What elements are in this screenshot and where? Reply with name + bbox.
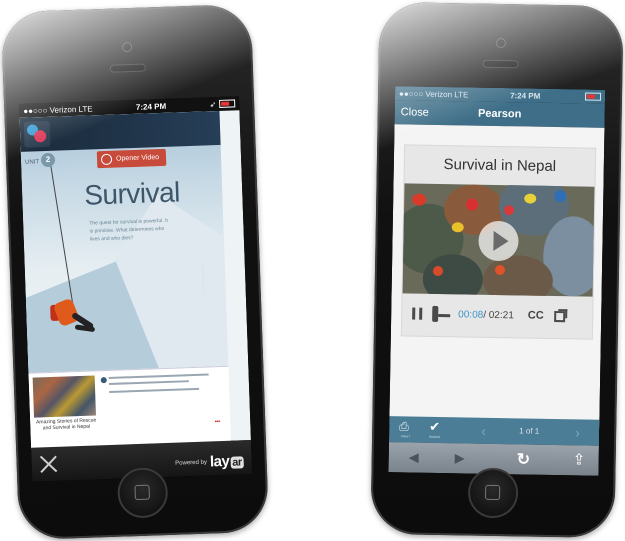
front-camera: [121, 41, 133, 53]
powered-by-layar: Powered by lay ar: [175, 452, 244, 471]
video-title: Survival in Nepal: [443, 156, 557, 176]
video-frame[interactable]: [402, 183, 595, 297]
battery-icon: [582, 92, 602, 102]
globe-icon: [100, 153, 113, 166]
forward-arrow-icon[interactable]: ▶: [455, 450, 465, 466]
publisher-logo: ■■■: [214, 419, 221, 424]
nav-title: Pearson: [477, 107, 522, 121]
pause-icon[interactable]: [412, 307, 423, 320]
thumbnail-caption: Amazing Stories of Rescue and Survival i…: [35, 417, 97, 432]
reload-icon[interactable]: ↻: [517, 449, 531, 469]
print-label: PRINT: [401, 434, 411, 439]
intro-quote: The quest for survival is powerful. It i…: [89, 217, 168, 243]
layar-brand: lay: [209, 452, 230, 471]
opener-video-label: Opener Video: [115, 154, 160, 163]
current-time: 00:08: [458, 308, 484, 321]
closed-captions-button[interactable]: CC: [528, 310, 544, 322]
rescue-thumbnail[interactable]: [32, 375, 96, 418]
earpiece-speaker: [482, 59, 519, 69]
earpiece-speaker: [109, 63, 147, 73]
right-screen: ●●○○○ Verizon LTE 7:24 PM Close Pearson …: [388, 86, 606, 476]
right-phone: ●●○○○ Verizon LTE 7:24 PM Close Pearson …: [370, 1, 624, 539]
home-button[interactable]: [467, 467, 519, 519]
external-link-icon[interactable]: [553, 310, 565, 322]
next-page-icon[interactable]: ›: [575, 424, 580, 440]
submit-check-icon[interactable]: ✔: [429, 419, 440, 435]
left-screen: ●●○○○ Verizon LTE 7:24 PM ➶ · · · · · · …: [19, 96, 253, 482]
nav-bar: Close Pearson: [394, 100, 605, 128]
left-phone: ●●○○○ Verizon LTE 7:24 PM ➶ · · · · · · …: [0, 3, 270, 541]
content-area: Survival in Nepal 00:08 / 02:21 CC: [389, 124, 605, 428]
close-icon[interactable]: [39, 455, 58, 474]
front-camera: [495, 37, 507, 49]
page-title: Survival: [83, 176, 181, 211]
opener-video-button[interactable]: Opener Video: [96, 148, 167, 169]
status-time: 7:24 PM: [135, 101, 167, 112]
battery-icon: ➶: [209, 99, 236, 109]
carrier-label: ●●○○○ Verizon LTE: [398, 88, 469, 99]
status-time: 7:24 PM: [510, 90, 541, 101]
app-logo-icon[interactable]: [23, 120, 51, 148]
share-icon[interactable]: ⇪: [573, 450, 586, 468]
prev-page-icon[interactable]: ‹: [481, 423, 486, 439]
back-arrow-icon[interactable]: ◀: [409, 449, 419, 465]
notes-icon: [100, 377, 107, 384]
submit-label: SUBMIT: [429, 434, 441, 440]
video-controls: 00:08 / 02:21 CC: [402, 293, 593, 336]
powered-by-label: Powered by: [175, 459, 208, 467]
pearson-toolbar: ⎙ PRINT ✔ SUBMIT ‹ 1 of 1 ›: [388, 416, 600, 446]
layar-brand-box: ar: [230, 456, 244, 469]
book-page[interactable]: · · · · · · · · · · · · · UNIT 2 Opener …: [19, 110, 251, 449]
page-indicator: 1 of 1: [519, 426, 540, 436]
layar-logo: lay ar: [210, 452, 244, 470]
home-button[interactable]: [116, 467, 169, 519]
unit-label: UNIT: [25, 159, 40, 166]
total-time: / 02:21: [483, 309, 514, 321]
carrier-label: ●●○○○ Verizon LTE: [23, 103, 93, 116]
video-card: Survival in Nepal 00:08 / 02:21 CC: [400, 144, 597, 340]
scrubber-handle[interactable]: [432, 306, 452, 322]
lower-section: Amazing Stories of Rescue and Survival i…: [28, 365, 231, 449]
print-icon[interactable]: ⎙: [399, 419, 409, 434]
